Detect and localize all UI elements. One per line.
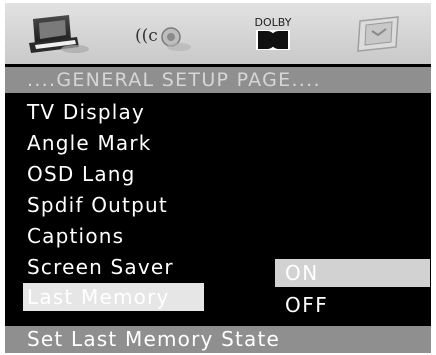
menu-item-captions[interactable]: Captions [27, 222, 124, 250]
option-off[interactable]: OFF [285, 291, 328, 319]
status-bar: Set Last Memory State [5, 326, 431, 353]
dolby-label: DOLBY [255, 16, 292, 29]
svg-text:((c: ((c [135, 26, 158, 46]
audio-setup-icon[interactable]: ((c [133, 9, 193, 57]
menu-item-angle-mark[interactable]: Angle Mark [27, 129, 152, 157]
menu-item-spdif-output[interactable]: Spdif Output [27, 191, 168, 219]
option-on[interactable]: ON [275, 259, 430, 287]
preference-icon[interactable] [350, 9, 410, 57]
general-setup-icon[interactable] [25, 9, 95, 57]
dolby-icon[interactable]: DOLBY [245, 9, 301, 57]
menu-item-screen-saver[interactable]: Screen Saver [27, 253, 174, 281]
menu-item-last-memory[interactable]: Last Memory [23, 283, 204, 311]
setup-toolbar: ((c DOLBY [5, 3, 431, 64]
osd-screen: ((c DOLBY ....GENERAL SETUP PAGE.... TV … [0, 0, 436, 355]
page-title: ....GENERAL SETUP PAGE.... [5, 67, 431, 93]
menu-item-osd-lang[interactable]: OSD Lang [27, 160, 136, 188]
setup-menu-panel: ((c DOLBY ....GENERAL SETUP PAGE.... TV … [5, 3, 431, 353]
menu-item-tv-display[interactable]: TV Display [27, 98, 145, 126]
